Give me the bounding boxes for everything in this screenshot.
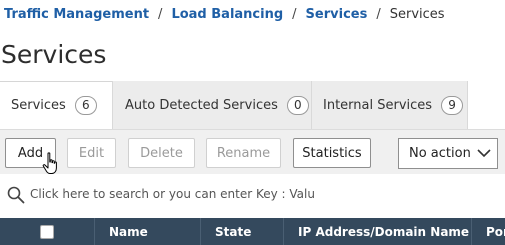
column-header-name[interactable]: Name bbox=[95, 218, 201, 245]
rename-button[interactable]: Rename bbox=[206, 138, 281, 168]
select-all-checkbox[interactable] bbox=[40, 224, 54, 239]
column-header-port[interactable]: Port bbox=[472, 218, 505, 245]
column-header-ip-address[interactable]: IP Address/Domain Name bbox=[284, 218, 472, 245]
table-header: Name State IP Address/Domain Name Port bbox=[0, 218, 505, 245]
breadcrumb-separator: / bbox=[158, 7, 163, 22]
breadcrumb: Traffic Management / Load Balancing / Se… bbox=[4, 7, 445, 22]
hand-pointer-cursor bbox=[42, 152, 57, 174]
breadcrumb-load-balancing[interactable]: Load Balancing bbox=[171, 7, 283, 22]
edit-button[interactable]: Edit bbox=[67, 138, 116, 168]
tab-internal-services-count-badge: 9 bbox=[441, 95, 464, 115]
select-all-cell bbox=[0, 218, 95, 245]
tab-auto-detected-services-label: Auto Detected Services bbox=[125, 97, 278, 113]
page-title: Services bbox=[1, 40, 107, 69]
chevron-down-icon bbox=[477, 149, 491, 158]
action-select[interactable]: No action bbox=[398, 138, 498, 169]
tab-auto-detected-services-count-badge: 0 bbox=[286, 95, 309, 115]
search-bar bbox=[0, 181, 505, 209]
tab-services-label: Services bbox=[11, 98, 66, 113]
tab-auto-detected-services[interactable]: Auto Detected Services 0 bbox=[112, 81, 311, 129]
search-icon bbox=[7, 186, 25, 204]
search-input[interactable] bbox=[30, 183, 500, 205]
tab-services[interactable]: Services 6 bbox=[0, 81, 112, 129]
delete-button[interactable]: Delete bbox=[128, 138, 195, 168]
tab-services-count-badge: 6 bbox=[74, 96, 97, 115]
breadcrumb-separator: / bbox=[376, 7, 381, 22]
action-select-value: No action bbox=[409, 146, 471, 161]
column-header-state[interactable]: State bbox=[201, 218, 284, 245]
tab-bar: Services 6 Auto Detected Services 0 Inte… bbox=[0, 81, 505, 129]
tab-internal-services[interactable]: Internal Services 9 bbox=[311, 81, 468, 129]
breadcrumb-current: Services bbox=[389, 7, 445, 22]
tab-internal-services-label: Internal Services bbox=[323, 97, 433, 113]
statistics-button[interactable]: Statistics bbox=[293, 138, 371, 168]
breadcrumb-services[interactable]: Services bbox=[306, 7, 368, 22]
breadcrumb-traffic-management[interactable]: Traffic Management bbox=[4, 7, 149, 22]
breadcrumb-separator: / bbox=[292, 7, 297, 22]
